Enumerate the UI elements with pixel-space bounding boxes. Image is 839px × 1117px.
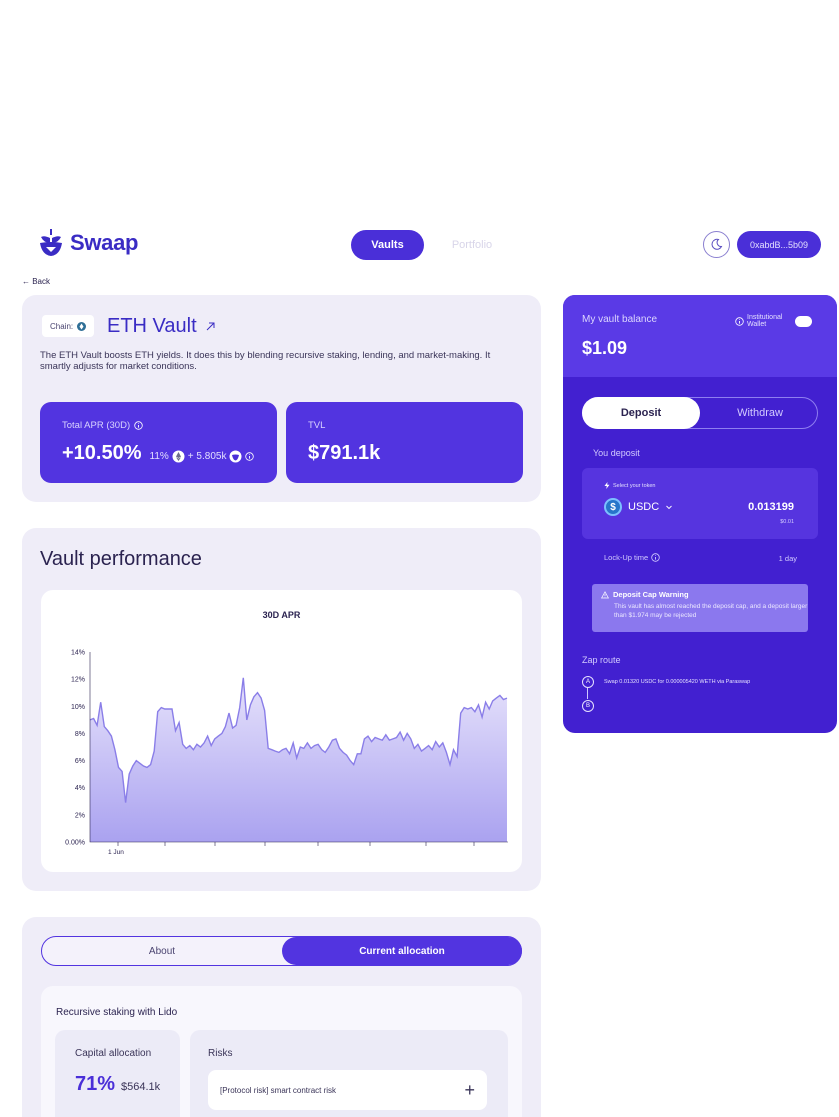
deposit-amount-usd: $0.01 <box>780 519 794 525</box>
nav-vaults[interactable]: Vaults <box>351 230 424 260</box>
swaap-token-icon <box>229 450 242 463</box>
performance-title: Vault performance <box>40 548 202 570</box>
zap-step-a: A <box>582 676 594 688</box>
apr-label-text: Total APR (30D) <box>62 420 131 431</box>
capital-allocation-value: 71% $564.1k <box>75 1073 160 1096</box>
institutional-wallet-toggle[interactable] <box>795 315 813 327</box>
chain-label: Chain: <box>50 321 74 331</box>
vault-title-text: ETH Vault <box>107 315 197 337</box>
tvl-label: TVL <box>308 420 326 431</box>
apr-base-text: 11% <box>149 451 169 462</box>
info-icon[interactable] <box>651 553 660 562</box>
capital-percent: 71% <box>75 1073 116 1095</box>
plus-icon[interactable]: + <box>464 1080 475 1101</box>
capital-allocation-label: Capital allocation <box>75 1048 152 1059</box>
y-tick-label: 14% <box>71 650 85 657</box>
vault-description: The ETH Vault boosts ETH yields. It does… <box>40 350 491 372</box>
apr-stat-card: Total APR (30D) +10.50% 11% + 5.805k <box>40 402 277 483</box>
back-link[interactable]: ← Back <box>22 277 50 286</box>
top-header: Swaap Vaults Portfolio 0xabdB...5b09 <box>0 216 839 276</box>
lightning-icon <box>604 482 610 489</box>
lockup-value: 1 day <box>778 554 797 563</box>
ethereum-chain-icon <box>77 321 87 331</box>
info-icon[interactable] <box>245 452 255 461</box>
y-tick-label: 0.00% <box>65 840 85 847</box>
y-tick-label: 8% <box>75 731 85 738</box>
select-token-text: Select your token <box>613 482 656 489</box>
deposit-cap-warning: Deposit Cap Warning This vault has almos… <box>592 584 808 632</box>
chain-tag: Chain: <box>42 315 95 337</box>
token-selector[interactable]: $ USDC <box>604 498 673 516</box>
swaap-logo-icon <box>40 229 62 256</box>
y-tick-label: 10% <box>71 704 85 711</box>
lockup-label: Lock-Up time <box>604 553 660 562</box>
theme-toggle-button[interactable] <box>703 231 730 258</box>
vault-info-card: Chain: ETH Vault The ETH Vault boosts ET… <box>22 295 541 502</box>
you-deposit-label: You deposit <box>593 448 640 458</box>
risks-box: Risks [Protocol risk] smart contract ris… <box>190 1030 508 1117</box>
moon-icon <box>711 238 723 250</box>
eth-token-icon <box>172 450 185 463</box>
wallet-address-button[interactable]: 0xabdB...5b09 <box>737 231 821 258</box>
usdc-icon: $ <box>604 498 622 516</box>
token-name: USDC <box>628 501 660 513</box>
zap-step-b: B <box>582 700 594 712</box>
vault-title: ETH Vault <box>107 315 216 338</box>
warning-text: This vault has almost reached the deposi… <box>614 603 808 619</box>
institutional-wallet-toggle-group: Institutional Wallet <box>735 314 813 328</box>
balance-label: My vault balance <box>582 314 658 325</box>
deposit-amount[interactable]: 0.013199 <box>748 501 794 513</box>
apr-breakdown: 11% + 5.805k <box>150 450 255 463</box>
balance-value: $1.09 <box>582 338 628 358</box>
allocation-tabs: About Current allocation <box>41 936 522 966</box>
risk-item-text: [Protocol risk] smart contract risk <box>220 1085 337 1095</box>
vault-performance-card: Vault performance 30D APR 0.00% 2% 4% 6% 8% 1… <box>22 528 541 891</box>
capital-amount: $564.1k <box>121 1081 161 1093</box>
logo-text: Swaap <box>70 230 139 255</box>
tab-deposit[interactable]: Deposit <box>582 397 700 429</box>
lockup-label-text: Lock-Up time <box>604 553 649 562</box>
risks-label: Risks <box>208 1048 233 1059</box>
warning-icon <box>601 590 609 598</box>
tvl-stat-card: TVL $791.1k <box>286 402 523 483</box>
allocation-card: About Current allocation Recursive staki… <box>22 917 541 1117</box>
y-tick-label: 12% <box>71 677 85 684</box>
x-tick-label: 1 Jun <box>108 849 124 856</box>
zap-route-step-text: Swap 0.01320 USDC for 0.000005420 WETH v… <box>604 679 751 685</box>
apr-label: Total APR (30D) <box>62 420 143 431</box>
tab-current-allocation[interactable]: Current allocation <box>282 937 522 965</box>
swaap-logo[interactable]: Swaap <box>38 226 139 260</box>
chevron-down-icon <box>666 505 672 510</box>
apr-value-text: +10.50% <box>62 442 142 464</box>
tvl-value: $791.1k <box>308 442 381 464</box>
institutional-line1: Institutional <box>747 314 783 321</box>
nav-portfolio[interactable]: Portfolio <box>440 230 504 260</box>
info-icon[interactable] <box>735 316 744 326</box>
strategy-panel: Recursive staking with Lido Capital allo… <box>41 986 522 1117</box>
strategy-name: Recursive staking with Lido <box>56 1007 178 1018</box>
zap-route-label: Zap route <box>582 655 621 665</box>
apr-bonus-text: + 5.805k <box>187 451 227 462</box>
deposit-withdraw-tabs: Deposit Withdraw <box>582 397 818 429</box>
token-input-box[interactable]: Select your token $ USDC 0.013199 $0.01 <box>582 468 818 539</box>
y-tick-label: 6% <box>75 758 85 765</box>
external-link-arrow-icon[interactable] <box>205 321 216 332</box>
tab-about[interactable]: About <box>42 937 282 965</box>
select-token-hint: Select your token <box>604 482 656 489</box>
apr-chart-svg: 0.00% 2% 4% 6% 8% 10% 12% 14% 1 Jun <box>65 650 508 856</box>
y-tick-label: 2% <box>75 812 85 819</box>
warning-title: Deposit Cap Warning <box>601 590 808 599</box>
balance-section: My vault balance $1.09 Institutional Wal… <box>563 295 837 377</box>
risk-item[interactable]: [Protocol risk] smart contract risk + <box>208 1070 487 1110</box>
apr-value: +10.50% 11% + 5.805k <box>62 442 255 465</box>
info-icon[interactable] <box>134 421 143 430</box>
institutional-line2: Wallet <box>747 321 767 328</box>
y-tick-label: 4% <box>75 785 85 792</box>
deposit-panel: My vault balance $1.09 Institutional Wal… <box>563 295 837 733</box>
institutional-wallet-label: Institutional Wallet <box>747 314 782 328</box>
warning-title-text: Deposit Cap Warning <box>613 590 689 599</box>
capital-allocation-box: Capital allocation 71% $564.1k <box>55 1030 180 1117</box>
apr-chart: 30D APR 0.00% 2% 4% 6% 8% 10% 12% 14% 1 Jun <box>41 590 522 872</box>
tab-withdraw[interactable]: Withdraw <box>701 397 819 429</box>
